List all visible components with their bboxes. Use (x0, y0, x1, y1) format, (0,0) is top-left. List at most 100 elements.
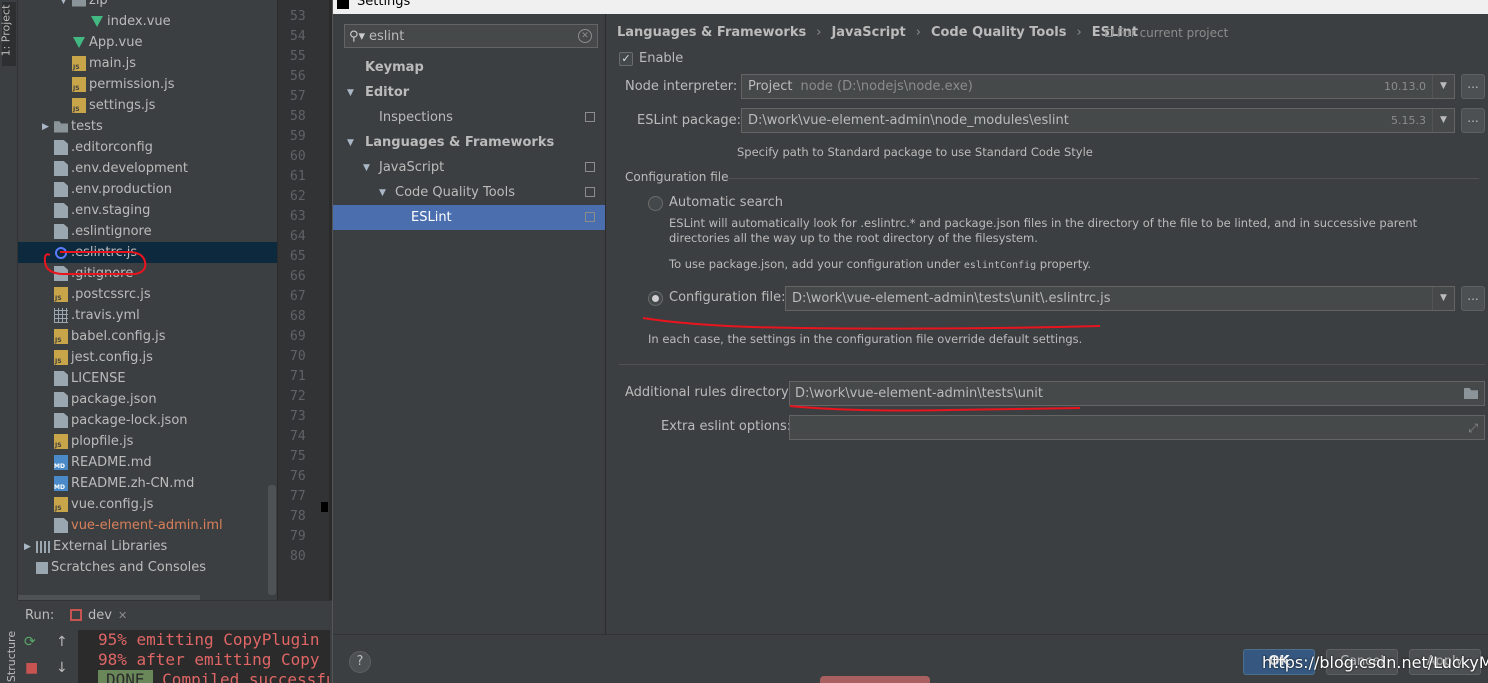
tree-item[interactable]: babel.config.js (18, 326, 277, 347)
tree-item[interactable]: .editorconfig (18, 137, 277, 158)
chevron-down-icon[interactable]: ▼ (347, 138, 361, 148)
arrow-up-icon[interactable]: ↑ (56, 634, 68, 650)
project-tree[interactable]: ▼ zip index.vue App.vue main.js permission.js… (18, 0, 277, 600)
tree-item[interactable]: .travis.yml (18, 305, 277, 326)
package-json-hint: To use package.json, add your configurat… (669, 257, 1092, 271)
tree-item-label: README.zh-CN.md (71, 476, 195, 491)
nav-item[interactable]: Keymap (333, 55, 605, 80)
extra-options-label: Extra eslint options: (661, 419, 792, 434)
chevron-down-icon[interactable]: ▼ (379, 188, 393, 198)
file-file-icon (54, 140, 68, 155)
console-line: 95% emitting CopyPlugin (98, 630, 320, 649)
expand-icon[interactable]: ⤢ (1468, 421, 1478, 436)
chevron-down-icon[interactable]: ▼ (1432, 75, 1454, 98)
configuration-file-radio[interactable] (648, 291, 663, 306)
nav-item[interactable]: ▼ Languages & Frameworks (333, 130, 605, 155)
tree-item-label: .editorconfig (71, 140, 153, 155)
tree-scrollbar[interactable] (268, 485, 276, 595)
tree-item[interactable]: permission.js (18, 74, 277, 95)
chevron-down-icon[interactable]: ▼ (1432, 287, 1454, 310)
eslint-package-select[interactable]: D:\work\vue-element-admin\node_modules\e… (741, 108, 1455, 133)
line-number: 80 (290, 549, 306, 564)
chevron-icon[interactable]: ▶ (24, 542, 36, 552)
nav-item[interactable]: ESLint (333, 205, 605, 230)
minimize-icon[interactable]: — (1441, 0, 1487, 8)
nav-item[interactable]: ▼ JavaScript (333, 155, 605, 180)
browse-node-button[interactable]: ... (1461, 74, 1485, 99)
tree-item[interactable]: settings.js (18, 95, 277, 116)
chevron-down-icon[interactable]: ▼ (1432, 109, 1454, 132)
node-version: 10.13.0 (1384, 80, 1426, 93)
eslint-package-label: ESLint package: (637, 113, 742, 128)
line-number: 55 (290, 49, 306, 64)
js-file-icon (72, 77, 86, 92)
stop-icon[interactable]: ■ (25, 660, 38, 676)
tree-item[interactable]: ▶ External Libraries (18, 536, 277, 557)
browse-config-button[interactable]: ... (1461, 286, 1485, 311)
scratch-file-icon (36, 561, 48, 574)
tree-item[interactable]: README.zh-CN.md (18, 473, 277, 494)
dialog-titlebar[interactable]: Settings — (333, 0, 1488, 14)
enable-checkbox[interactable]: ✓ (619, 52, 633, 66)
tree-item[interactable]: ▶ tests (18, 116, 277, 137)
extra-options-input[interactable]: ⤢ (789, 415, 1485, 440)
nav-item[interactable]: ▼ Editor (333, 80, 605, 105)
run-tab-dev[interactable]: dev ✕ (64, 604, 133, 626)
arrow-down-icon[interactable]: ↓ (56, 660, 68, 676)
folder-icon[interactable] (1464, 388, 1478, 399)
tree-item[interactable]: package-lock.json (18, 410, 277, 431)
configuration-file-select[interactable]: D:\work\vue-element-admin\tests\unit\.es… (785, 286, 1455, 311)
tree-item[interactable]: plopfile.js (18, 431, 277, 452)
line-number: 70 (290, 349, 306, 364)
tree-item[interactable]: main.js (18, 53, 277, 74)
browse-eslint-button[interactable]: ... (1461, 108, 1485, 133)
chevron-icon[interactable]: ▼ (60, 0, 72, 6)
clear-search-icon[interactable]: ✕ (578, 29, 592, 43)
tree-item[interactable]: App.vue (18, 32, 277, 53)
tree-item-label: .eslintrc.js (71, 245, 138, 260)
tree-item[interactable]: vue.config.js (18, 494, 277, 515)
tree-item[interactable]: README.md (18, 452, 277, 473)
js-file-icon (72, 56, 86, 71)
close-icon[interactable]: ✕ (118, 609, 127, 622)
tree-item[interactable]: index.vue (18, 11, 277, 32)
tree-item[interactable]: .eslintignore (18, 221, 277, 242)
tree-item[interactable]: Scratches and Consoles (18, 557, 277, 578)
project-tool-tab[interactable]: 1: Project (0, 2, 16, 66)
chevron-down-icon[interactable]: ▼ (347, 88, 361, 98)
search-input[interactable] (369, 28, 569, 44)
tree-item[interactable]: vue-element-admin.iml (18, 515, 277, 536)
tree-item[interactable]: jest.config.js (18, 347, 277, 368)
project-scope-icon (585, 212, 595, 222)
tree-item-label: External Libraries (53, 539, 168, 554)
help-button[interactable]: ? (349, 651, 371, 673)
tree-item[interactable]: .gitignore (18, 263, 277, 284)
nav-item[interactable]: ▼ Code Quality Tools (333, 180, 605, 205)
rerun-icon[interactable]: ⟳ (24, 634, 36, 650)
tree-item-label: plopfile.js (71, 434, 134, 449)
settings-search[interactable]: ⚲▾ ✕ (344, 24, 598, 48)
line-number: 59 (290, 129, 306, 144)
tree-item[interactable]: .eslintrc.js (18, 242, 277, 263)
md-file-icon (54, 455, 68, 470)
js-file-icon (54, 434, 68, 449)
tree-item[interactable]: .env.production (18, 179, 277, 200)
line-number: 67 (290, 289, 306, 304)
tree-item-label: README.md (71, 455, 152, 470)
chevron-icon[interactable]: ▶ (42, 122, 54, 132)
tree-item[interactable]: .env.development (18, 158, 277, 179)
circle-file-icon (55, 246, 67, 259)
tree-item[interactable]: package.json (18, 389, 277, 410)
tree-item[interactable]: .env.staging (18, 200, 277, 221)
tree-item[interactable]: ▼ zip (18, 0, 277, 11)
automatic-search-radio[interactable] (648, 196, 663, 211)
run-console[interactable]: 95% emitting CopyPlugin 98% after emitti… (78, 630, 330, 683)
node-interpreter-select[interactable]: Project node (D:\nodejs\node.exe) 10.13.0… (741, 74, 1455, 99)
tree-item[interactable]: .postcssrc.js (18, 284, 277, 305)
rules-directory-input[interactable]: D:\work\vue-element-admin\tests\unit (789, 381, 1485, 406)
chevron-down-icon[interactable]: ▼ (363, 163, 377, 173)
breadcrumb: Languages & Frameworks › JavaScript › Code… (617, 25, 1139, 40)
nav-item[interactable]: Inspections (333, 105, 605, 130)
line-number: 78 (290, 509, 306, 524)
tree-item[interactable]: LICENSE (18, 368, 277, 389)
